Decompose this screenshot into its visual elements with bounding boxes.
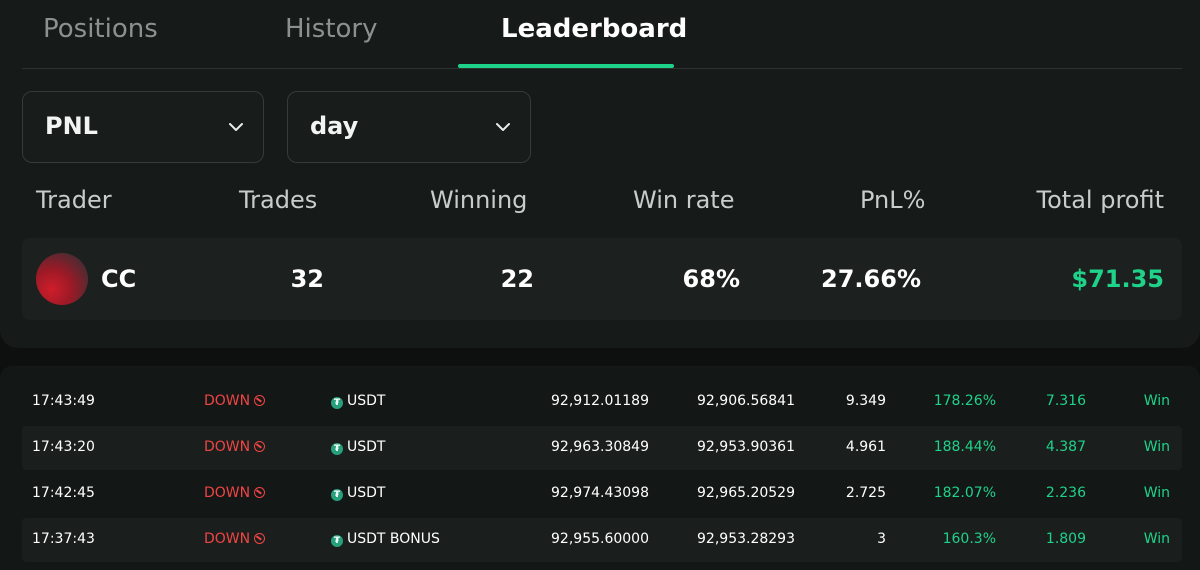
trade-result: Win	[1143, 393, 1170, 409]
trade-time: 17:43:49	[32, 393, 95, 409]
pnl-pct-value: 27.66%	[821, 265, 921, 293]
table-row[interactable]: 17:43:49 DOWN ₮ USDT 92,912.01189 92,906.…	[22, 380, 1182, 424]
open-price: 92,974.43098	[551, 485, 649, 501]
trade-profit: 1.809	[1045, 531, 1086, 547]
trade-asset: USDT BONUS	[347, 531, 440, 547]
table-row[interactable]: 17:42:45 DOWN ₮ USDT 92,974.43098 92,965.…	[22, 472, 1182, 516]
trade-result: Win	[1143, 439, 1170, 455]
trade-result: Win	[1143, 531, 1170, 547]
trade-profit: 4.387	[1045, 439, 1086, 455]
tab-leaderboard[interactable]: Leaderboard	[501, 14, 687, 44]
open-price: 92,955.60000	[551, 531, 649, 547]
payout-pct: 178.26%	[933, 393, 996, 409]
header-winning: Winning	[430, 186, 528, 214]
tab-history[interactable]: History	[285, 14, 378, 44]
trade-amount: 2.725	[845, 485, 886, 501]
trade-amount: 4.961	[845, 439, 886, 455]
period-select-value: day	[310, 112, 359, 140]
trades-count: 32	[290, 265, 324, 293]
payout-pct: 182.07%	[933, 485, 996, 501]
trade-asset: USDT	[347, 393, 386, 409]
win-rate-value: 68%	[682, 265, 740, 293]
tether-icon: ₮	[331, 443, 343, 455]
tether-icon: ₮	[331, 489, 343, 501]
close-price: 92,953.90361	[697, 439, 795, 455]
tab-bar: Positions History Leaderboard	[22, 0, 1182, 69]
period-select[interactable]: day	[287, 91, 531, 163]
trade-direction: DOWN	[204, 439, 251, 455]
trend-down-icon	[254, 395, 266, 406]
trade-direction: DOWN	[204, 531, 251, 547]
close-price: 92,953.28293	[697, 531, 795, 547]
metric-select[interactable]: PNL	[22, 91, 264, 163]
close-price: 92,906.56841	[697, 393, 795, 409]
trade-amount: 3	[877, 531, 886, 547]
open-price: 92,912.01189	[551, 393, 649, 409]
tether-bonus-icon: ₮	[331, 535, 343, 547]
tab-positions[interactable]: Positions	[43, 14, 158, 44]
avatar	[36, 253, 88, 305]
trend-down-icon	[254, 441, 266, 452]
trade-direction: DOWN	[204, 485, 251, 501]
winning-count: 22	[500, 265, 534, 293]
trade-time: 17:42:45	[32, 485, 95, 501]
header-total-profit: Total profit	[1036, 186, 1164, 214]
payout-pct: 160.3%	[942, 531, 996, 547]
trade-asset: USDT	[347, 485, 386, 501]
trade-direction: DOWN	[204, 393, 251, 409]
trade-amount: 9.349	[845, 393, 886, 409]
leaderboard-panel: Positions History Leaderboard PNL day Tr…	[0, 0, 1200, 348]
tether-icon: ₮	[331, 397, 343, 409]
metric-select-value: PNL	[45, 112, 98, 140]
trend-down-icon	[254, 533, 266, 544]
table-row[interactable]: 17:43:20 DOWN ₮ USDT 92,963.30849 92,953.…	[22, 426, 1182, 470]
active-tab-indicator	[458, 64, 674, 68]
leaderboard-row[interactable]: CC 32 22 68% 27.66% $71.35	[22, 238, 1182, 320]
close-price: 92,965.20529	[697, 485, 795, 501]
header-trader: Trader	[36, 186, 112, 214]
trade-time: 17:37:43	[32, 531, 95, 547]
chevron-down-icon	[496, 123, 510, 131]
payout-pct: 188.44%	[933, 439, 996, 455]
trend-down-icon	[254, 487, 266, 498]
header-win-rate: Win rate	[633, 186, 735, 214]
trade-profit: 7.316	[1045, 393, 1086, 409]
trade-asset: USDT	[347, 439, 386, 455]
header-trades: Trades	[239, 186, 318, 214]
trade-result: Win	[1143, 485, 1170, 501]
total-profit-value: $71.35	[1071, 265, 1164, 293]
trader-name: CC	[101, 265, 137, 293]
table-row[interactable]: 17:37:43 DOWN ₮ USDT BONUS 92,955.60000 9…	[22, 518, 1182, 562]
trade-history-panel: 17:43:49 DOWN ₮ USDT 92,912.01189 92,906.…	[0, 366, 1200, 570]
chevron-down-icon	[229, 123, 243, 131]
header-pnl-pct: PnL%	[860, 186, 926, 214]
trade-time: 17:43:20	[32, 439, 95, 455]
open-price: 92,963.30849	[551, 439, 649, 455]
trade-profit: 2.236	[1045, 485, 1086, 501]
